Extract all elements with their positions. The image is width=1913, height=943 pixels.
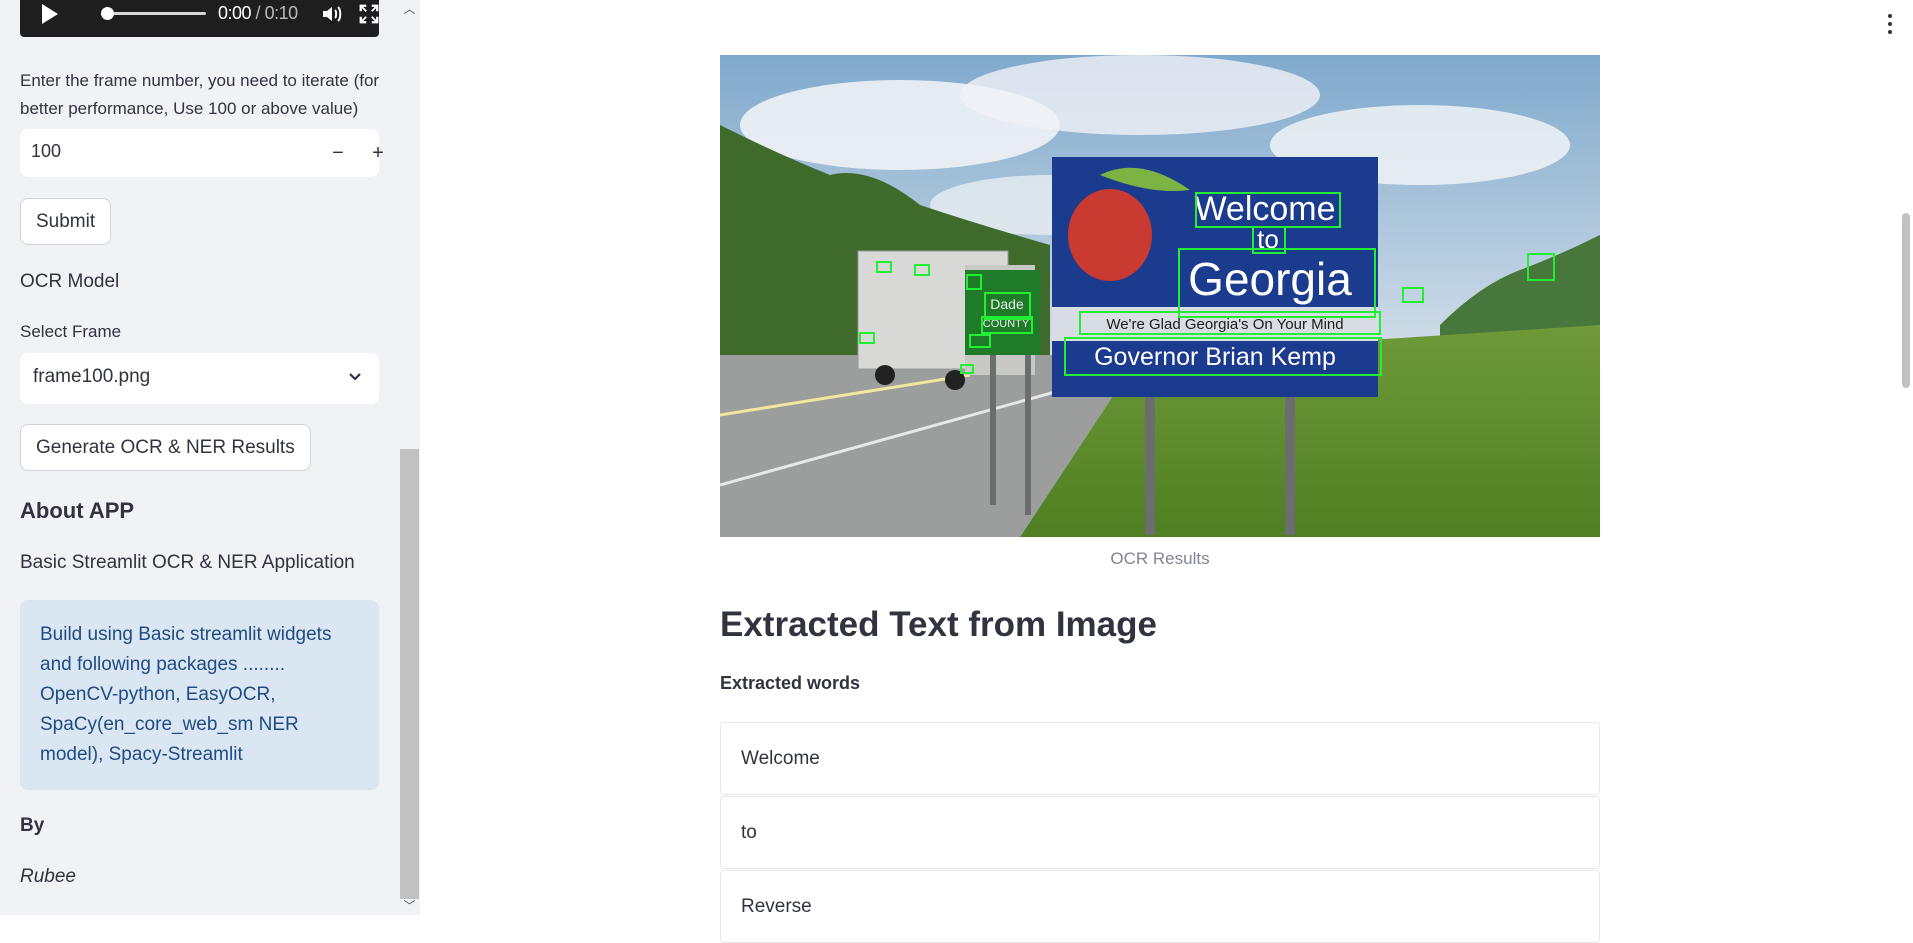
image-caption: OCR Results [1110, 549, 1210, 568]
generate-ocr-ner-button[interactable]: Generate OCR & NER Results [20, 424, 311, 471]
extracted-word-item: Welcome [720, 722, 1600, 795]
frame-number-value[interactable]: 100 [31, 141, 61, 162]
frame-select-value: frame100.png [33, 366, 151, 387]
ocr-model-label: OCR Model [20, 271, 120, 292]
sign-text-georgia: Georgia [1188, 253, 1352, 305]
scroll-down-arrow-icon[interactable]: ﹀ [399, 897, 420, 915]
info-text: Build using Basic streamlit widgets and … [40, 624, 332, 765]
video-player[interactable]: 0:00 / 0:10 [20, 0, 379, 37]
video-duration: 0:10 [264, 3, 299, 23]
main-content: Welcome to Georgia We're Glad Georgia's … [420, 0, 1913, 943]
submit-button[interactable]: Submit [20, 198, 112, 245]
sidebar-scroll-thumb[interactable] [400, 449, 419, 899]
extracted-text-heading: Extracted Text from Image [720, 605, 1157, 644]
sign-text-dade: Dade [990, 296, 1024, 312]
main-scrollbar[interactable] [1899, 0, 1913, 915]
video-progress-handle[interactable] [101, 7, 114, 20]
fullscreen-icon[interactable] [358, 2, 380, 26]
sign-text-welcome: Welcome [1194, 190, 1335, 228]
extracted-words-heading: Extracted words [720, 673, 861, 693]
extracted-word-item: Reverse [720, 870, 1600, 943]
author-name: Rubee [20, 866, 76, 887]
chevron-down-icon[interactable] [347, 369, 363, 385]
frame-number-label: Enter the frame number, you need to iter… [20, 71, 380, 118]
by-label: By [20, 815, 45, 836]
frame-select[interactable]: frame100.png [20, 353, 379, 404]
about-text: Basic Streamlit OCR & NER Application [20, 552, 355, 573]
select-frame-label: Select Frame [20, 322, 122, 341]
video-time: 0:00 / 0:10 [218, 3, 298, 24]
info-box: Build using Basic streamlit widgets and … [20, 600, 379, 790]
extracted-word-item: to [720, 796, 1600, 869]
sign-text-slogan: We're Glad Georgia's On Your Mind [1106, 316, 1343, 333]
increment-button[interactable]: + [358, 139, 398, 167]
video-time-separator: / [251, 3, 265, 23]
about-heading: About APP [20, 498, 135, 523]
video-current-time: 0:00 [218, 3, 252, 23]
more-menu-icon[interactable] [1886, 14, 1894, 40]
scroll-up-arrow-icon[interactable]: ︿ [399, 0, 420, 18]
sidebar: 0:00 / 0:10 Enter the frame number, you … [0, 0, 420, 915]
volume-icon[interactable] [320, 2, 344, 26]
video-progress-track[interactable] [106, 12, 206, 15]
sidebar-scrollbar[interactable]: ︿ ﹀ [399, 0, 420, 915]
main-scroll-thumb[interactable] [1902, 213, 1910, 388]
decrement-button[interactable]: − [318, 139, 358, 167]
sign-text-governor: Governor Brian Kemp [1094, 343, 1336, 371]
ocr-result-image: Welcome to Georgia We're Glad Georgia's … [720, 55, 1600, 537]
play-icon[interactable] [42, 4, 58, 24]
ocr-scene: Welcome to Georgia We're Glad Georgia's … [720, 55, 1600, 537]
frame-number-input[interactable]: 100 − + [20, 129, 384, 177]
